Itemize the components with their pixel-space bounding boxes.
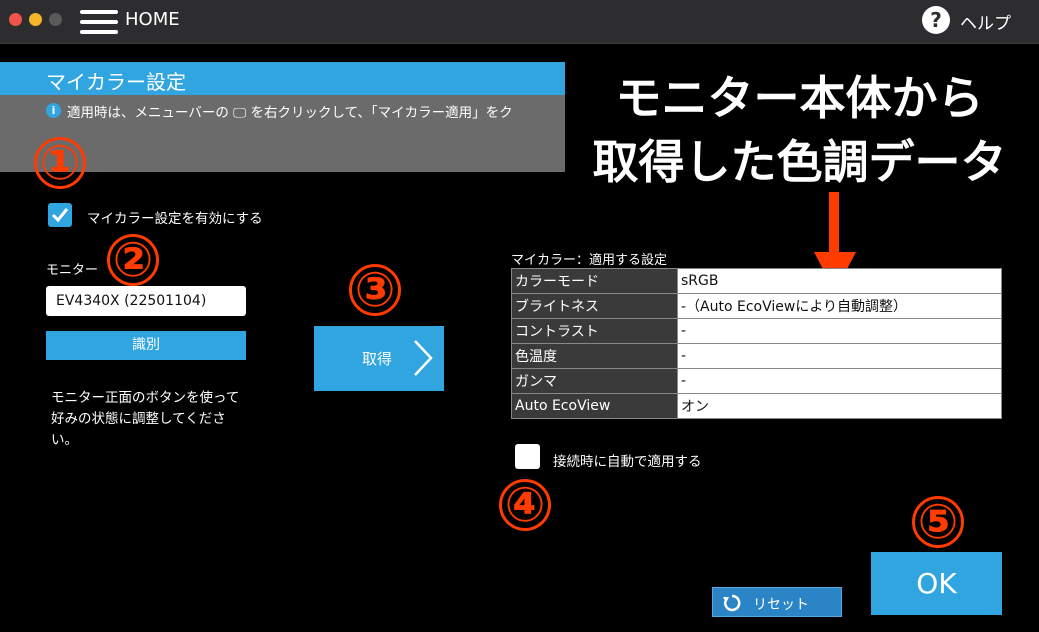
table-row: コントラスト -: [511, 318, 1002, 344]
zoom-window-button[interactable]: [49, 13, 62, 26]
setting-key: Auto EcoView: [511, 393, 678, 419]
setting-value: -: [677, 368, 1002, 394]
table-row: 色温度 -: [511, 343, 1002, 369]
adjust-hint: モニター正面のボタンを使って好みの状態に調整してください。: [51, 390, 240, 448]
table-row: カラーモード sRGB: [511, 268, 1002, 294]
checkmark-icon: [51, 208, 69, 223]
help-link[interactable]: ヘルプ: [960, 9, 1011, 34]
auto-apply-label[interactable]: 接続時に自動で適用する: [553, 450, 702, 470]
setting-key: コントラスト: [511, 318, 678, 344]
annotation-line-2: 取得した色調データ: [592, 135, 1007, 189]
setting-key: ブライトネス: [511, 293, 678, 319]
home-link[interactable]: HOME: [125, 9, 180, 30]
page-title: マイカラー設定: [46, 70, 186, 94]
ok-button[interactable]: OK: [871, 552, 1002, 615]
title-bar: HOME ? ヘルプ: [0, 0, 1039, 44]
help-icon[interactable]: ?: [922, 6, 950, 34]
table-row: Auto EcoView オン: [511, 393, 1002, 419]
setting-key: 色温度: [511, 343, 678, 369]
info-icon: i: [46, 103, 61, 118]
enable-mycolor-checkbox[interactable]: [48, 203, 72, 227]
step-marker-5: ⑤: [908, 492, 968, 552]
reset-label: リセット: [753, 597, 809, 613]
table-row: ブライトネス -（Auto EcoViewにより自動調整）: [511, 293, 1002, 319]
monitor-select[interactable]: EV4340X (22501104): [46, 286, 246, 316]
step-marker-4: ④: [495, 475, 555, 535]
identify-button[interactable]: 識別: [46, 331, 246, 360]
setting-value: -: [677, 343, 1002, 369]
get-settings-button[interactable]: 取得: [314, 326, 444, 391]
setting-value: オン: [677, 393, 1002, 419]
settings-table-title: マイカラー：適用する設定: [511, 253, 668, 268]
hamburger-menu-icon[interactable]: [80, 8, 118, 36]
setting-key: カラーモード: [511, 268, 678, 294]
minimize-window-button[interactable]: [29, 13, 42, 26]
info-text: 適用時は、メニューバーの 🖵 を右クリックして、「マイカラー適用」をク: [67, 105, 513, 121]
refresh-icon: [723, 594, 741, 612]
auto-apply-checkbox[interactable]: [515, 444, 540, 469]
table-row: ガンマ -: [511, 368, 1002, 394]
reset-button[interactable]: リセット: [712, 587, 842, 617]
setting-key: ガンマ: [511, 368, 678, 394]
setting-value: -: [677, 318, 1002, 344]
setting-value: -（Auto EcoViewにより自動調整）: [677, 293, 1002, 319]
annotation-line-1: モニター本体から: [615, 71, 984, 125]
chevron-right-icon: [414, 340, 433, 376]
settings-table: カラーモード sRGB ブライトネス -（Auto EcoViewにより自動調整） …: [511, 268, 1002, 419]
close-window-button[interactable]: [9, 13, 22, 26]
enable-mycolor-label[interactable]: マイカラー設定を有効にする: [87, 207, 263, 227]
step-marker-3: ③: [345, 260, 405, 320]
step-marker-2: ②: [103, 230, 163, 290]
setting-value: sRGB: [677, 268, 1002, 294]
step-marker-1: ①: [30, 133, 90, 193]
get-settings-label: 取得: [362, 350, 393, 368]
monitor-label: モニター: [46, 263, 99, 278]
